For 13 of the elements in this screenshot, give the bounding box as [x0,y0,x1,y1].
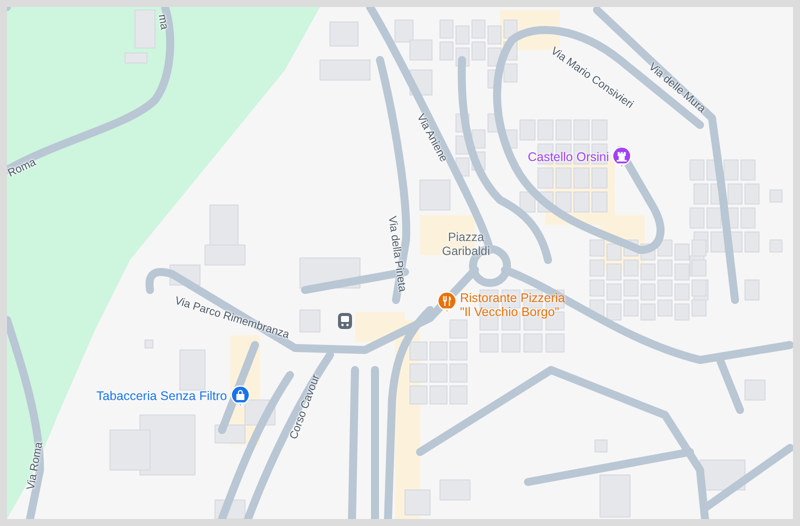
place-label: Piazza Garibaldi [442,230,490,258]
street-label: ma [156,13,170,31]
poi-label[interactable]: Castello Orsini [528,150,609,164]
fork-knife-icon[interactable] [437,291,457,313]
street-label: Via Roma [24,441,46,491]
bag-icon[interactable] [230,385,250,407]
poi-label[interactable]: Tabacceria Senza Filtro [96,389,227,403]
street-label: Via della Pineta [386,215,408,293]
castle-icon[interactable] [612,146,632,168]
street-label: Roma [7,156,38,180]
poi-label[interactable]: Ristorante Pizzeria "Il Vecchio Borgo" [460,291,565,319]
bus-icon[interactable] [338,313,352,329]
street-label: Corso Cavour [288,373,322,441]
